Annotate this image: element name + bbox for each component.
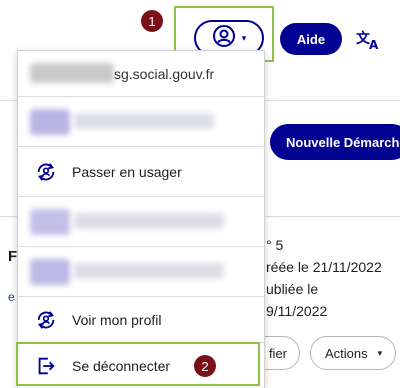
svg-text:A: A xyxy=(369,38,379,51)
blurred-item-text xyxy=(74,113,214,129)
translate-icon[interactable]: 文 A xyxy=(356,28,386,52)
logout-icon xyxy=(34,354,58,378)
account-dropdown-menu: sg.social.gouv.fr Passer en usager Voir … xyxy=(17,50,265,388)
menu-email-item: sg.social.gouv.fr xyxy=(18,51,264,97)
menu-blurred-item-3 xyxy=(18,247,264,297)
blurred-item-graphic xyxy=(30,259,70,285)
actions-button-label: Actions xyxy=(325,345,368,361)
actions-caret-icon: ▾ xyxy=(377,347,383,358)
procedure-number: ° 5 xyxy=(266,237,284,253)
menu-blurred-item xyxy=(18,97,264,147)
modify-button-label: fier xyxy=(268,345,287,361)
aide-button[interactable]: Aide xyxy=(280,23,342,55)
logout-label: Se déconnecter xyxy=(72,358,171,374)
user-circle-icon xyxy=(212,24,236,53)
procedure-published-label: ubliée le xyxy=(266,281,319,297)
email-suffix: sg.social.gouv.fr xyxy=(114,65,215,82)
blurred-item-graphic xyxy=(30,209,70,235)
menu-switch-user-item[interactable]: Passer en usager xyxy=(18,147,264,197)
blurred-item-text xyxy=(74,263,224,279)
menu-logout-item[interactable]: Se déconnecter xyxy=(18,343,264,388)
procedure-title-fragment: F xyxy=(8,248,18,265)
menu-profile-item[interactable]: Voir mon profil xyxy=(18,297,264,343)
profile-icon xyxy=(34,308,58,332)
step-2-badge: 2 xyxy=(194,355,216,377)
blurred-item-text xyxy=(74,213,224,229)
procedure-published-date: 9/11/2022 xyxy=(266,303,328,319)
actions-button[interactable]: Actions ▾ xyxy=(310,336,396,370)
procedure-link-fragment[interactable]: e xyxy=(8,290,15,304)
new-procedure-button[interactable]: Nouvelle Démarche xyxy=(270,124,400,160)
menu-blurred-item-2 xyxy=(18,197,264,247)
profile-label: Voir mon profil xyxy=(72,311,162,328)
step-1-badge: 1 xyxy=(141,10,163,32)
chevron-down-icon: ▾ xyxy=(241,32,247,43)
switch-user-label: Passer en usager xyxy=(72,163,182,180)
procedure-created-date: réée le 21/11/2022 xyxy=(266,259,382,275)
blurred-item-graphic xyxy=(30,109,70,135)
email-blurred xyxy=(30,63,114,83)
switch-user-icon xyxy=(34,160,58,184)
